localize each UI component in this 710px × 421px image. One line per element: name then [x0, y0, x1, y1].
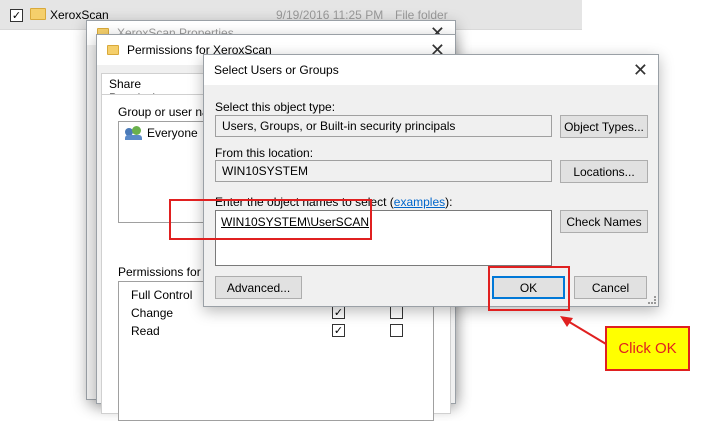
- location-value: WIN10SYSTEM: [222, 164, 309, 178]
- location-label: From this location:: [215, 146, 314, 160]
- object-types-button[interactable]: Object Types...: [560, 115, 648, 138]
- callout-text: Click OK: [618, 340, 677, 357]
- object-type-label: Select this object type:: [215, 100, 336, 114]
- check-icon: ✓: [333, 306, 344, 319]
- resize-grip-icon[interactable]: [648, 296, 656, 304]
- locations-button[interactable]: Locations...: [560, 160, 648, 183]
- names-label-suffix: ):: [445, 195, 453, 209]
- locations-label: Locations...: [573, 164, 635, 179]
- check-names-label: Check Names: [566, 214, 642, 229]
- advanced-label: Advanced...: [226, 280, 291, 295]
- permission-name: Change: [131, 306, 174, 320]
- object-type-value: Users, Groups, or Built-in security prin…: [222, 119, 456, 133]
- arrow-icon: [560, 316, 607, 345]
- permission-name: Read: [131, 324, 160, 338]
- cancel-label: Cancel: [591, 280, 630, 295]
- row-checkbox[interactable]: ✓: [10, 9, 23, 22]
- tab-share-permissions[interactable]: Share Permissions: [101, 73, 205, 105]
- folder-icon: [107, 45, 119, 55]
- check-names-button[interactable]: Check Names: [560, 210, 648, 233]
- cancel-button[interactable]: Cancel: [574, 276, 647, 299]
- deny-checkbox-change[interactable]: [390, 306, 403, 319]
- location-field: WIN10SYSTEM: [215, 160, 552, 182]
- examples-link[interactable]: examples: [394, 195, 445, 209]
- select-users-titlebar: Select Users or Groups ✕: [204, 55, 658, 85]
- select-users-dialog: Select Users or Groups ✕ Select this obj…: [203, 54, 659, 307]
- advanced-button[interactable]: Advanced...: [215, 276, 302, 299]
- check-icon: ✓: [333, 324, 344, 337]
- ok-highlight-box: [488, 266, 570, 311]
- close-icon[interactable]: ✕: [633, 61, 648, 79]
- users-icon: [125, 126, 143, 140]
- click-ok-callout: Click OK: [605, 326, 690, 371]
- check-icon: ✓: [11, 9, 22, 22]
- allow-checkbox-read[interactable]: ✓: [332, 324, 345, 337]
- permission-name: Full Control: [131, 288, 193, 302]
- list-item-everyone[interactable]: Everyone: [125, 126, 198, 140]
- select-users-title: Select Users or Groups: [214, 63, 339, 77]
- names-highlight-box: [169, 199, 372, 240]
- object-types-label: Object Types...: [564, 119, 644, 134]
- object-type-field: Users, Groups, or Built-in security prin…: [215, 115, 552, 137]
- folder-icon: [30, 8, 46, 20]
- everyone-label: Everyone: [147, 126, 198, 140]
- allow-checkbox-change[interactable]: ✓: [332, 306, 345, 319]
- deny-checkbox-read[interactable]: [390, 324, 403, 337]
